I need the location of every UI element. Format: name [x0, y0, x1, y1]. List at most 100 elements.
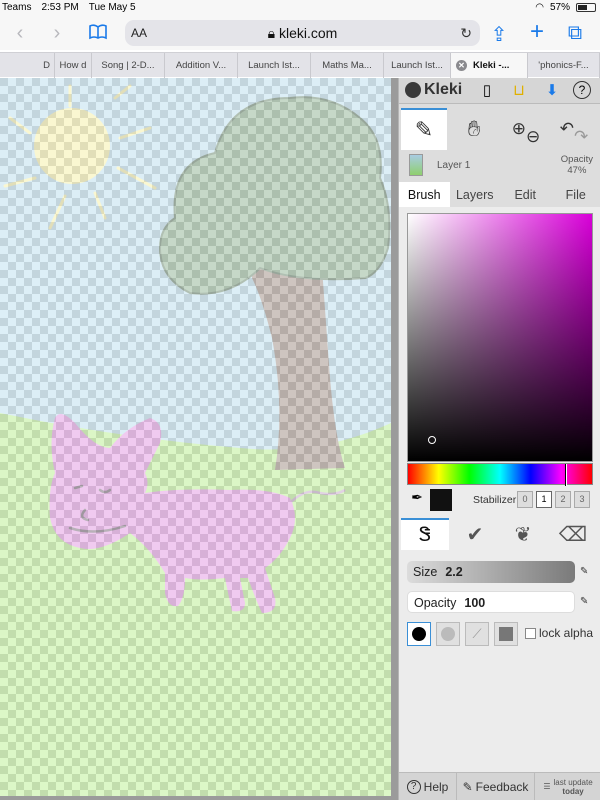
tab[interactable]: Launch Ist...: [238, 53, 311, 78]
tab[interactable]: Launch Ist...: [384, 53, 451, 78]
tab-active[interactable]: ✕ Kleki -...: [451, 53, 528, 78]
last-update[interactable]: ☰ last update today: [535, 773, 600, 800]
url-text: kleki.com: [278, 25, 338, 41]
sketchy-brush-tab[interactable]: ❦: [499, 518, 547, 550]
safari-toolbar: ‹ › AA 🔒︎ kleki.com ↻ ⇪ + ⧉: [0, 16, 600, 50]
sketchy-stroke-icon: ❦: [514, 523, 532, 546]
battery-percent: 57%: [549, 2, 570, 13]
tabs-overview-icon[interactable]: ⧉: [564, 22, 586, 45]
stabilizer-3[interactable]: 3: [574, 491, 590, 508]
close-tab-icon[interactable]: ✕: [456, 60, 467, 71]
edit-size-icon[interactable]: ✎: [580, 566, 592, 578]
square-tip-button[interactable]: [494, 622, 518, 646]
zoom-in-icon[interactable]: ⊕: [512, 119, 526, 139]
download-icon[interactable]: ⬇: [542, 81, 562, 101]
edit-opacity-icon[interactable]: ✎: [580, 596, 592, 608]
tab[interactable]: Maths Ma...: [311, 53, 384, 78]
back-arrow-icon[interactable]: ‹: [10, 22, 30, 45]
stabilizer-1[interactable]: 1: [536, 491, 552, 508]
redo-icon[interactable]: ↷: [574, 127, 588, 147]
feedback-label: Feedback: [475, 779, 529, 794]
stabilizer-row: ✒ Stabilizer 0 1 2 3: [407, 489, 593, 511]
brush-tool-button[interactable]: ✎: [401, 108, 447, 150]
drawing-canvas[interactable]: [0, 78, 391, 796]
layer-name: Layer 1: [437, 160, 471, 171]
zoom-buttons[interactable]: ⊕ ⊖: [503, 108, 549, 150]
question-icon: ?: [406, 779, 421, 794]
address-bar[interactable]: AA 🔒︎ kleki.com ↻: [125, 20, 480, 46]
square-tip-icon: [499, 627, 513, 641]
current-color-swatch[interactable]: [430, 489, 452, 511]
status-date: Tue May 5: [88, 2, 136, 13]
new-tab-icon[interactable]: +: [526, 18, 548, 46]
tab[interactable]: 'phonics-F...: [528, 53, 600, 78]
tab[interactable]: D: [0, 53, 55, 78]
eyedropper-icon[interactable]: ✒: [407, 489, 427, 509]
eraser-tab[interactable]: ⌫: [549, 518, 597, 550]
color-saturation-value-picker[interactable]: [407, 213, 593, 462]
kleki-logo-text: Kleki: [424, 81, 463, 98]
kleki-logo[interactable]: Kleki: [405, 81, 462, 99]
lock-alpha-checkbox[interactable]: lock alpha: [525, 626, 593, 640]
battery-icon: [576, 3, 596, 12]
new-image-icon[interactable]: ▯: [477, 81, 497, 101]
canvas-area[interactable]: [0, 78, 398, 800]
stabilizer-0[interactable]: 0: [517, 491, 533, 508]
tab[interactable]: Song | 2-D...: [92, 53, 165, 78]
size-slider[interactable]: Size 2.2: [407, 561, 575, 583]
stabilizer-2[interactable]: 2: [555, 491, 571, 508]
round-tip-button[interactable]: [407, 622, 431, 646]
drawing: [0, 78, 391, 796]
bookmarks-icon[interactable]: [88, 24, 108, 40]
share-icon[interactable]: ⇪: [488, 22, 510, 47]
tab-edit[interactable]: Edit: [500, 182, 551, 207]
undo-redo-buttons[interactable]: ↶ ↷: [551, 108, 597, 150]
reload-icon[interactable]: ↻: [460, 25, 472, 42]
panel-tabs: Brush Layers Edit File: [399, 182, 600, 207]
pen-stroke-icon: Ꮥ: [418, 523, 432, 546]
help-icon[interactable]: ?: [573, 81, 591, 99]
sun: [34, 108, 110, 184]
checkbox-icon: [525, 627, 536, 639]
list-icon: ☰: [543, 782, 551, 791]
brush-icon: ✎: [414, 117, 434, 142]
help-button[interactable]: ? Help: [399, 773, 457, 800]
tab-layers[interactable]: Layers: [450, 182, 501, 207]
opacity-value: 100: [464, 596, 486, 610]
last-update-line2: today: [562, 786, 584, 796]
brush-panel: ✒ Stabilizer 0 1 2 3 Ꮥ ✔ ❦ ⌫ Size 2.2 ✎ O…: [399, 207, 600, 800]
current-layer[interactable]: Layer 1 Opacity 47%: [399, 154, 600, 180]
tab-brush[interactable]: Brush: [399, 182, 450, 207]
zoom-out-icon[interactable]: ⊖: [526, 127, 540, 147]
last-update-line1: last update: [553, 777, 593, 787]
help-label: Help: [423, 779, 449, 794]
layer-opacity: Opacity 47%: [560, 154, 593, 176]
safari-tab-bar: D How d Song | 2-D... Addition V... Laun…: [0, 52, 600, 78]
calligraphy-tip-button[interactable]: ⟋: [465, 622, 489, 646]
import-icon[interactable]: ⊔: [509, 81, 529, 101]
hue-slider[interactable]: [407, 463, 593, 486]
tab[interactable]: Addition V...: [165, 53, 238, 78]
pen-brush-tab[interactable]: Ꮥ: [401, 518, 449, 550]
forward-arrow-icon[interactable]: ›: [47, 22, 67, 45]
brush-type-tabs: Ꮥ ✔ ❦ ⌫: [399, 518, 600, 550]
lock-icon: 🔒︎: [267, 25, 279, 41]
back-to-app[interactable]: Teams: [2, 2, 31, 13]
hand-tool-button[interactable]: ✋︎: [451, 108, 497, 150]
panel-footer: ? Help ✎ Feedback ☰ last update today: [399, 772, 600, 800]
hand-icon: ✋︎: [467, 116, 481, 141]
tool-row: ✎ ✋︎ ⊕ ⊖ ↶ ↷: [399, 108, 600, 152]
size-value: 2.2: [445, 565, 463, 579]
layer-1-art: [0, 78, 391, 796]
tab-file[interactable]: File: [551, 182, 600, 207]
undo-icon[interactable]: ↶: [560, 119, 574, 139]
color-cursor[interactable]: [428, 436, 436, 444]
tab[interactable]: How d: [55, 53, 92, 78]
kleki-header: Kleki ▯ ⊔ ⬇ ?: [399, 78, 600, 104]
lock-alpha-label: lock alpha: [539, 626, 594, 640]
feedback-button[interactable]: ✎ Feedback: [457, 773, 535, 800]
hue-marker[interactable]: [565, 464, 567, 486]
blend-brush-tab[interactable]: ✔: [451, 518, 499, 550]
chalk-tip-button[interactable]: [436, 622, 460, 646]
opacity-slider[interactable]: Opacity 100: [407, 591, 575, 613]
